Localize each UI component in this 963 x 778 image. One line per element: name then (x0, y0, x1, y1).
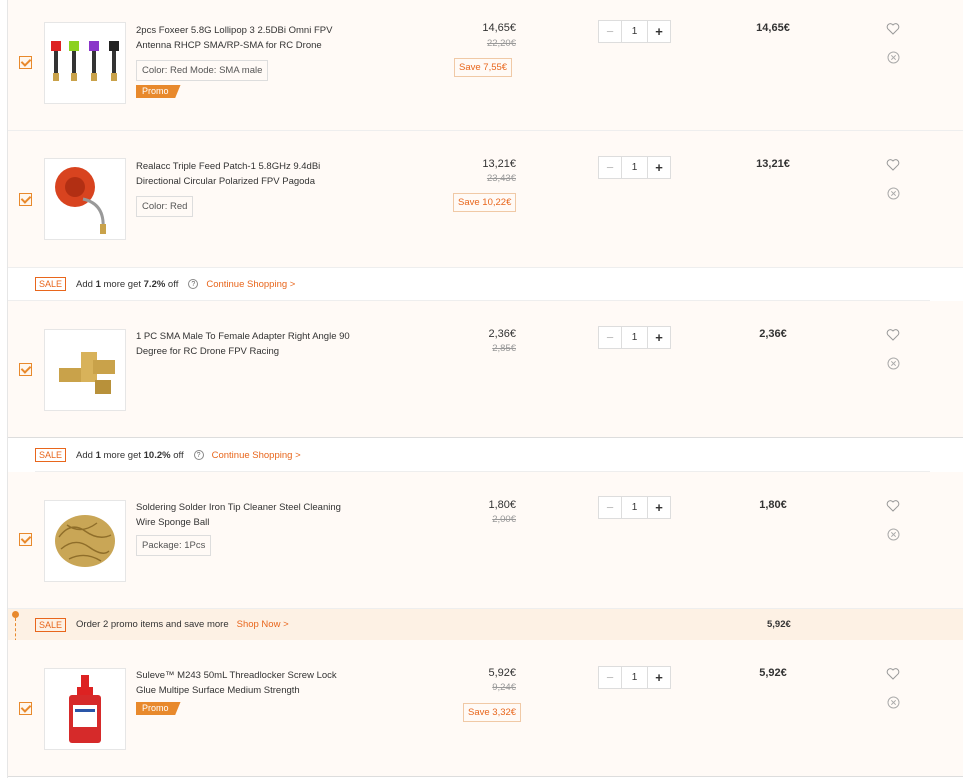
item-subtotal: 2,36€ (759, 328, 787, 340)
decrease-button[interactable]: − (599, 21, 622, 42)
sale-bar: SALE Add 1 more get 7.2% off ? Continue … (8, 268, 930, 301)
item-title[interactable]: 1 PC SMA Male To Female Adapter Right An… (136, 329, 356, 359)
item-price: 14,65€ (482, 22, 516, 34)
cart-item: Realacc Triple Feed Patch-1 5.8GHz 9.4dB… (8, 131, 963, 268)
sale-bar: SALE Add 1 more get 10.2% off ? Continue… (35, 439, 930, 472)
item-price: 13,21€ (482, 158, 516, 170)
quantity-value[interactable]: 1 (622, 157, 647, 178)
item-price: 1,80€ (488, 499, 516, 511)
cart-item: Soldering Solder Iron Tip Cleaner Steel … (8, 472, 963, 609)
sale-badge: SALE (35, 277, 67, 291)
heart-icon[interactable] (886, 328, 900, 342)
item-title[interactable]: Realacc Triple Feed Patch-1 5.8GHz 9.4dB… (136, 159, 356, 189)
heart-icon[interactable] (886, 22, 900, 36)
item-subtotal: 1,80€ (759, 499, 787, 511)
increase-button[interactable]: + (647, 327, 670, 348)
continue-shopping-link[interactable]: Continue Shopping > (206, 279, 295, 290)
promo-tag: Promo (136, 702, 181, 715)
item-price: 2,36€ (488, 328, 516, 340)
item-checkbox[interactable] (19, 363, 32, 376)
item-variant[interactable]: Color: Red (136, 196, 194, 217)
continue-shopping-link[interactable]: Continue Shopping > (212, 450, 301, 461)
sale-message: Add 1 more get 7.2% off (76, 278, 179, 290)
help-icon[interactable]: ? (193, 450, 204, 460)
shop-now-link[interactable]: Shop Now > (237, 619, 289, 630)
cart-item: 2pcs Foxeer 5.8G Lollipop 3 2.5DBi Omni … (8, 0, 963, 131)
promo-message: Order 2 promo items and save more (76, 619, 229, 630)
sale-message: Add 1 more get 10.2% off (76, 449, 184, 461)
quantity-value[interactable]: 1 (622, 497, 647, 518)
wire-sponge-image[interactable] (44, 500, 126, 582)
item-checkbox[interactable] (19, 193, 32, 206)
item-old-price: 23,43€ (486, 173, 516, 184)
promo-group-bar: SALE Order 2 promo items and save more S… (8, 609, 963, 640)
quantity-stepper: − 1 + (598, 666, 671, 689)
promo-total: 5,92€ (767, 619, 791, 630)
promo-group-dot (12, 611, 19, 618)
quantity-stepper: − 1 + (598, 20, 671, 43)
item-checkbox[interactable] (19, 702, 32, 715)
item-checkbox[interactable] (19, 56, 32, 69)
threadlocker-bottle-image[interactable] (44, 668, 126, 750)
item-variant[interactable]: Color: Red Mode: SMA male (136, 60, 269, 81)
close-circle-icon[interactable] (887, 696, 900, 709)
cart-item: 1 PC SMA Male To Female Adapter Right An… (8, 301, 963, 438)
heart-icon[interactable] (886, 667, 900, 681)
quantity-stepper: − 1 + (598, 496, 671, 519)
item-price: 5,92€ (488, 667, 516, 679)
item-old-price: 9,24€ (492, 682, 516, 693)
decrease-button[interactable]: − (599, 497, 622, 518)
cart-item: Suleve™ M243 50mL Threadlocker Screw Loc… (8, 640, 963, 777)
help-icon[interactable]: ? (188, 279, 199, 289)
patch-antenna-image[interactable] (44, 158, 126, 240)
quantity-value[interactable]: 1 (622, 327, 647, 348)
item-old-price: 2,85€ (492, 343, 516, 354)
item-subtotal: 5,92€ (759, 667, 787, 679)
quantity-stepper: − 1 + (598, 326, 671, 349)
save-badge: Save 10,22€ (453, 193, 517, 212)
increase-button[interactable]: + (647, 157, 670, 178)
increase-button[interactable]: + (647, 21, 670, 42)
antenna-set-image[interactable] (44, 22, 126, 104)
quantity-value[interactable]: 1 (622, 667, 647, 688)
sale-badge: SALE (35, 448, 67, 462)
heart-icon[interactable] (886, 158, 900, 172)
item-checkbox[interactable] (19, 533, 32, 546)
item-subtotal: 13,21€ (756, 158, 790, 170)
increase-button[interactable]: + (647, 497, 670, 518)
quantity-value[interactable]: 1 (622, 21, 647, 42)
item-title[interactable]: Suleve™ M243 50mL Threadlocker Screw Loc… (136, 668, 356, 698)
item-old-price: 2,00€ (492, 514, 516, 525)
item-title[interactable]: 2pcs Foxeer 5.8G Lollipop 3 2.5DBi Omni … (136, 23, 356, 53)
item-variant[interactable]: Package: 1Pcs (136, 535, 212, 556)
sale-badge: SALE (35, 617, 67, 632)
sma-adapter-image[interactable] (44, 329, 126, 411)
quantity-stepper: − 1 + (598, 156, 671, 179)
decrease-button[interactable]: − (599, 327, 622, 348)
save-badge: Save 3,32€ (463, 703, 522, 722)
item-title[interactable]: Soldering Solder Iron Tip Cleaner Steel … (136, 500, 356, 530)
close-circle-icon[interactable] (887, 187, 900, 200)
item-old-price: 22,20€ (486, 38, 516, 49)
promo-tag: Promo (136, 85, 181, 98)
close-circle-icon[interactable] (887, 528, 900, 541)
save-badge: Save 7,55€ (454, 58, 513, 77)
item-subtotal: 14,65€ (756, 22, 790, 34)
close-circle-icon[interactable] (887, 357, 900, 370)
decrease-button[interactable]: − (599, 667, 622, 688)
heart-icon[interactable] (886, 499, 900, 513)
close-circle-icon[interactable] (887, 51, 900, 64)
decrease-button[interactable]: − (599, 157, 622, 178)
increase-button[interactable]: + (647, 667, 670, 688)
